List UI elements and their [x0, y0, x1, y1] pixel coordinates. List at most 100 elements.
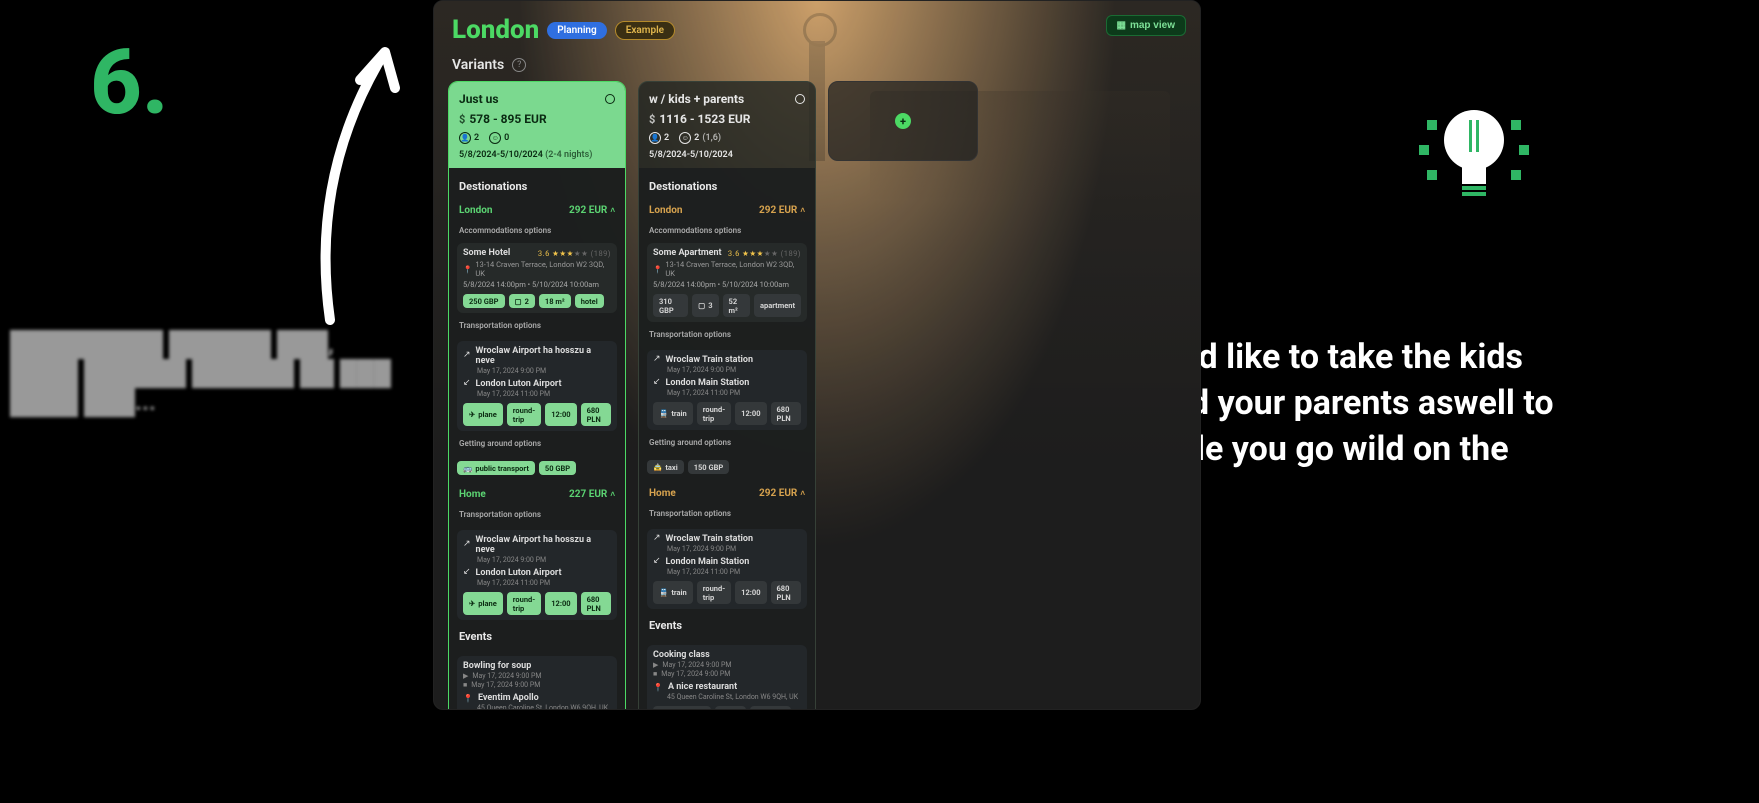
chip-trip: round-trip	[697, 402, 731, 425]
chip-type: hotel	[575, 294, 604, 308]
transport-card[interactable]: ↗Wroclaw Airport ha hosszu a neve May 17…	[457, 341, 617, 431]
chip-area: 52 m²	[723, 294, 750, 317]
hotel-card[interactable]: Some Apartment 3.6 ★★★★★ (189) 📍13-14 Cr…	[647, 243, 807, 322]
destination-row[interactable]: London 292 EUR ˄	[647, 203, 807, 218]
education-icon: 🎓	[659, 709, 668, 711]
destination-price: 292 EUR	[759, 205, 797, 216]
around-label: Getting around options	[649, 438, 805, 447]
chip-time: 12:00	[735, 581, 766, 604]
arrive-icon: ↙	[463, 567, 471, 577]
hotel-chips: 250 GBP ▢2 18 m² hotel	[463, 294, 611, 308]
event-name: Cooking class	[653, 650, 801, 660]
hotel-card[interactable]: Some Hotel 3.6 ★★★★★ (189) 📍13-14 Craven…	[457, 243, 617, 313]
transport-label: Transportation options	[649, 509, 805, 518]
variant-title: w / kids + parents	[649, 92, 744, 106]
transport-card[interactable]: ↗ Wroclaw Airport ha hosszu a neve May 17…	[457, 530, 617, 620]
chevron-up-icon: ˄	[800, 206, 805, 215]
variant-radio-icon[interactable]	[605, 94, 615, 104]
kids-count: 0	[504, 133, 509, 143]
destination-row[interactable]: Home 292 EUR ˄	[647, 486, 807, 501]
map-icon: ▦	[1117, 20, 1126, 31]
destination-price: 292 EUR	[759, 488, 797, 499]
train-icon: 🚆	[659, 409, 668, 418]
chip-time: 12:00	[735, 402, 766, 425]
transport-in-time: May 17, 2024 11:00 PM	[667, 568, 801, 576]
chip-mode: 🚆train	[653, 581, 693, 604]
status-pill: Planning	[547, 22, 606, 39]
trip-title: London	[452, 15, 539, 45]
chip-cost: 680 PLN	[771, 402, 802, 425]
destination-row[interactable]: Home 227 EUR ˄	[457, 487, 617, 502]
bus-icon: 🚌	[463, 464, 472, 473]
map-view-button[interactable]: ▦ map view	[1106, 15, 1186, 36]
event-address: 45 Queen Caroline St, London W6 9QH, UK	[477, 704, 611, 710]
chip-trip: round-trip	[697, 581, 731, 604]
around-chips[interactable]: 🚌public transport 50 GBP	[457, 461, 617, 475]
chip-time: 12:00	[545, 403, 576, 426]
hotel-address: 13-14 Craven Terrace, London W2 3QD, UK	[665, 260, 801, 278]
chip-around-mode: 🚌public transport	[457, 461, 535, 475]
dollar-icon: $	[649, 113, 655, 126]
destination-name: Home	[649, 488, 676, 499]
chip-price: 310 GBP	[653, 294, 688, 317]
transport-label: Transportation options	[459, 510, 615, 519]
chevron-up-icon: ˄	[800, 489, 805, 498]
events-title: Events	[459, 630, 615, 643]
dollar-icon: $	[459, 113, 465, 126]
transport-out-time: May 17, 2024 9:00 PM	[667, 545, 801, 553]
variant-radio-icon[interactable]	[795, 94, 805, 104]
transport-in-name: London Luton Airport	[476, 379, 562, 389]
destination-price: 227 EUR	[569, 489, 607, 500]
variant-dates: 5/8/2024-5/10/2024	[459, 150, 543, 160]
kids-icon: ☺	[679, 132, 691, 144]
chip-trip: round-trip	[507, 592, 541, 615]
hotel-address: 13-14 Craven Terrace, London W2 3QD, UK	[475, 260, 611, 278]
pin-icon: 📍	[653, 265, 662, 274]
variant-dates: 5/8/2024-5/10/2024	[649, 150, 805, 160]
kids-count: 2	[694, 133, 699, 143]
chevron-up-icon: ˄	[610, 206, 615, 215]
event-card[interactable]: Cooking class ▶May 17, 2024 9:00 PM ■May…	[647, 645, 807, 710]
transport-label: Transportation options	[459, 321, 615, 330]
depart-icon: ↗	[463, 539, 471, 549]
accommodations-label: Accommodations options	[649, 226, 805, 235]
pin-icon: 📍	[463, 265, 472, 274]
around-chips[interactable]: 🚖taxi 150 GBP	[647, 460, 807, 474]
chip-cost: 680 PLN	[771, 581, 802, 604]
trip-planner-app: London Planning Example ▦ map view Varia…	[433, 0, 1201, 710]
event-card[interactable]: Bowling for soup ▶May 17, 2024 9:00 PM ■…	[457, 656, 617, 710]
event-time: May 17, 2024 9:00 PM	[662, 661, 731, 669]
transport-card[interactable]: ↗Wroclaw Train station May 17, 2024 9:00…	[647, 529, 807, 609]
transport-in-time: May 17, 2024 11:00 PM	[477, 579, 611, 587]
chip-mode: 🚆train	[653, 402, 693, 425]
chip-mode: ✈plane	[463, 403, 503, 426]
chip-event-duration: 03:00	[715, 706, 746, 710]
pin-icon: 📍	[653, 683, 663, 692]
stop-icon: ■	[653, 670, 657, 678]
play-icon: ▶	[653, 661, 658, 669]
variant-card-kids-parents[interactable]: w / kids + parents $1116 - 1523 EUR 👤2 ☺…	[638, 81, 816, 710]
event-name: Bowling for soup	[463, 661, 611, 671]
variant-price: 1116 - 1523 EUR	[659, 112, 750, 126]
transport-out-name: Wroclaw Airport ha hosszu a neve	[476, 535, 611, 555]
chip-mode: ✈plane	[463, 592, 503, 615]
variant-card-just-us[interactable]: Just us $578 - 895 EUR 👤2 ☺0 5/8/2024-5/…	[448, 81, 626, 710]
add-variant-card[interactable]: +	[828, 81, 978, 161]
chevron-up-icon: ˄	[610, 490, 615, 499]
door-icon: ▢	[515, 297, 522, 306]
chip-time: 12:00	[545, 592, 576, 615]
destination-row[interactable]: London 292 EUR ˄	[457, 203, 617, 218]
accommodations-label: Accommodations options	[459, 226, 615, 235]
destinations-title: Destionations	[649, 180, 805, 193]
info-icon[interactable]: ?	[512, 58, 526, 72]
destination-name: London	[649, 205, 683, 216]
destination-name: Home	[459, 489, 486, 500]
map-view-label: map view	[1130, 20, 1175, 31]
chip-event-type: 🎓education	[653, 706, 711, 710]
transport-card[interactable]: ↗Wroclaw Train station May 17, 2024 9:00…	[647, 350, 807, 430]
step-number: 6.	[90, 30, 169, 135]
destination-price: 292 EUR	[569, 205, 607, 216]
event-time: May 17, 2024 9:00 PM	[472, 672, 541, 680]
transport-out-time: May 17, 2024 9:00 PM	[477, 556, 611, 564]
plane-icon: ✈	[469, 410, 475, 419]
